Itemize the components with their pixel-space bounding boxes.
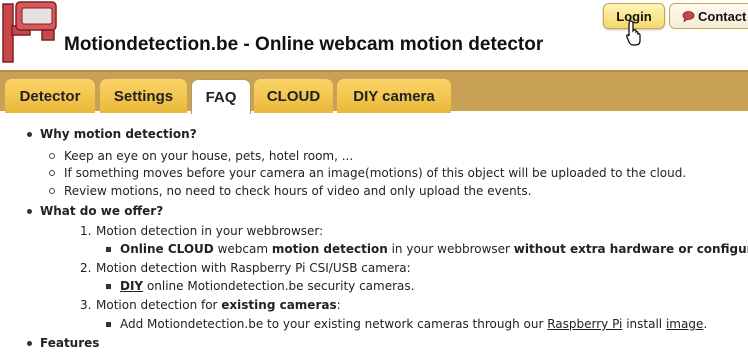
tab-bar: Detector Settings FAQ CLOUD DIY camera bbox=[0, 70, 748, 114]
list-bullet bbox=[48, 147, 60, 165]
text-segment: install bbox=[622, 317, 666, 331]
diy-link[interactable]: DIY bbox=[120, 279, 143, 293]
tab-settings[interactable]: Settings bbox=[100, 79, 187, 113]
faq-heading-offer: What do we offer? bbox=[40, 204, 164, 218]
list-bullet bbox=[24, 125, 36, 143]
faq-heading-features: Features bbox=[40, 336, 100, 350]
list-item: Review motions, no need to check hours o… bbox=[64, 184, 532, 198]
contact-label: Contact bbox=[698, 8, 747, 24]
list-bullet bbox=[104, 277, 116, 295]
text-segment: Add Motiondetection.be to your existing … bbox=[120, 317, 548, 331]
faq-heading-why: Why motion detection? bbox=[40, 127, 197, 141]
text-segment: : bbox=[336, 298, 341, 312]
text-segment: Motion detection for bbox=[96, 298, 222, 312]
list-number: 1. bbox=[80, 224, 92, 238]
hand-cursor-icon bbox=[626, 20, 641, 46]
text-segment: online Motiondetection.be security camer… bbox=[143, 279, 415, 293]
list-bullet bbox=[48, 164, 60, 182]
list-bullet bbox=[48, 182, 60, 200]
page: Motiondetection.be - Online webcam motio… bbox=[0, 0, 748, 353]
logo-camera-icon bbox=[2, 1, 57, 63]
list-item: Motion detection in your webbrowser: bbox=[96, 224, 324, 238]
list-item: If something moves before your camera an… bbox=[64, 166, 687, 180]
list-item: Keep an eye on your house, pets, hotel r… bbox=[64, 149, 354, 163]
list-number: 2. bbox=[80, 261, 92, 275]
raspberry-pi-link[interactable]: Raspberry Pi bbox=[547, 317, 622, 331]
text-no-hardware: without extra hardware or configuration bbox=[513, 242, 748, 256]
tab-cloud[interactable]: CLOUD bbox=[254, 79, 333, 113]
page-title: Motiondetection.be - Online webcam motio… bbox=[64, 34, 544, 55]
list-bullet bbox=[24, 334, 36, 352]
list-item: Motion detection for existing cameras: bbox=[96, 296, 341, 314]
text-online-cloud: Online CLOUD bbox=[120, 242, 214, 256]
contact-button[interactable]: Contact bbox=[669, 3, 748, 29]
text-segment: in your webbrowser bbox=[387, 242, 514, 256]
list-item: Motion detection with Raspberry Pi CSI/U… bbox=[96, 261, 411, 275]
list-item: Online CLOUD webcam motion detection in … bbox=[120, 240, 748, 258]
text-segment: webcam bbox=[213, 242, 272, 256]
text-segment: . bbox=[703, 317, 708, 331]
tab-faq[interactable]: FAQ bbox=[191, 79, 251, 114]
tab-diy-camera[interactable]: DIY camera bbox=[337, 79, 451, 113]
text-motion-detection: motion detection bbox=[271, 242, 388, 256]
list-item: DIY online Motiondetection.be security c… bbox=[120, 277, 414, 295]
tab-detector[interactable]: Detector bbox=[5, 79, 95, 113]
text-existing-cameras: existing cameras bbox=[221, 298, 337, 312]
image-link[interactable]: image bbox=[666, 317, 703, 331]
chat-bubble-icon bbox=[682, 10, 695, 22]
list-bullet bbox=[104, 315, 116, 333]
list-number: 3. bbox=[80, 298, 92, 312]
list-bullet bbox=[24, 202, 36, 220]
list-item: Add Motiondetection.be to your existing … bbox=[120, 315, 707, 333]
list-bullet bbox=[104, 240, 116, 258]
